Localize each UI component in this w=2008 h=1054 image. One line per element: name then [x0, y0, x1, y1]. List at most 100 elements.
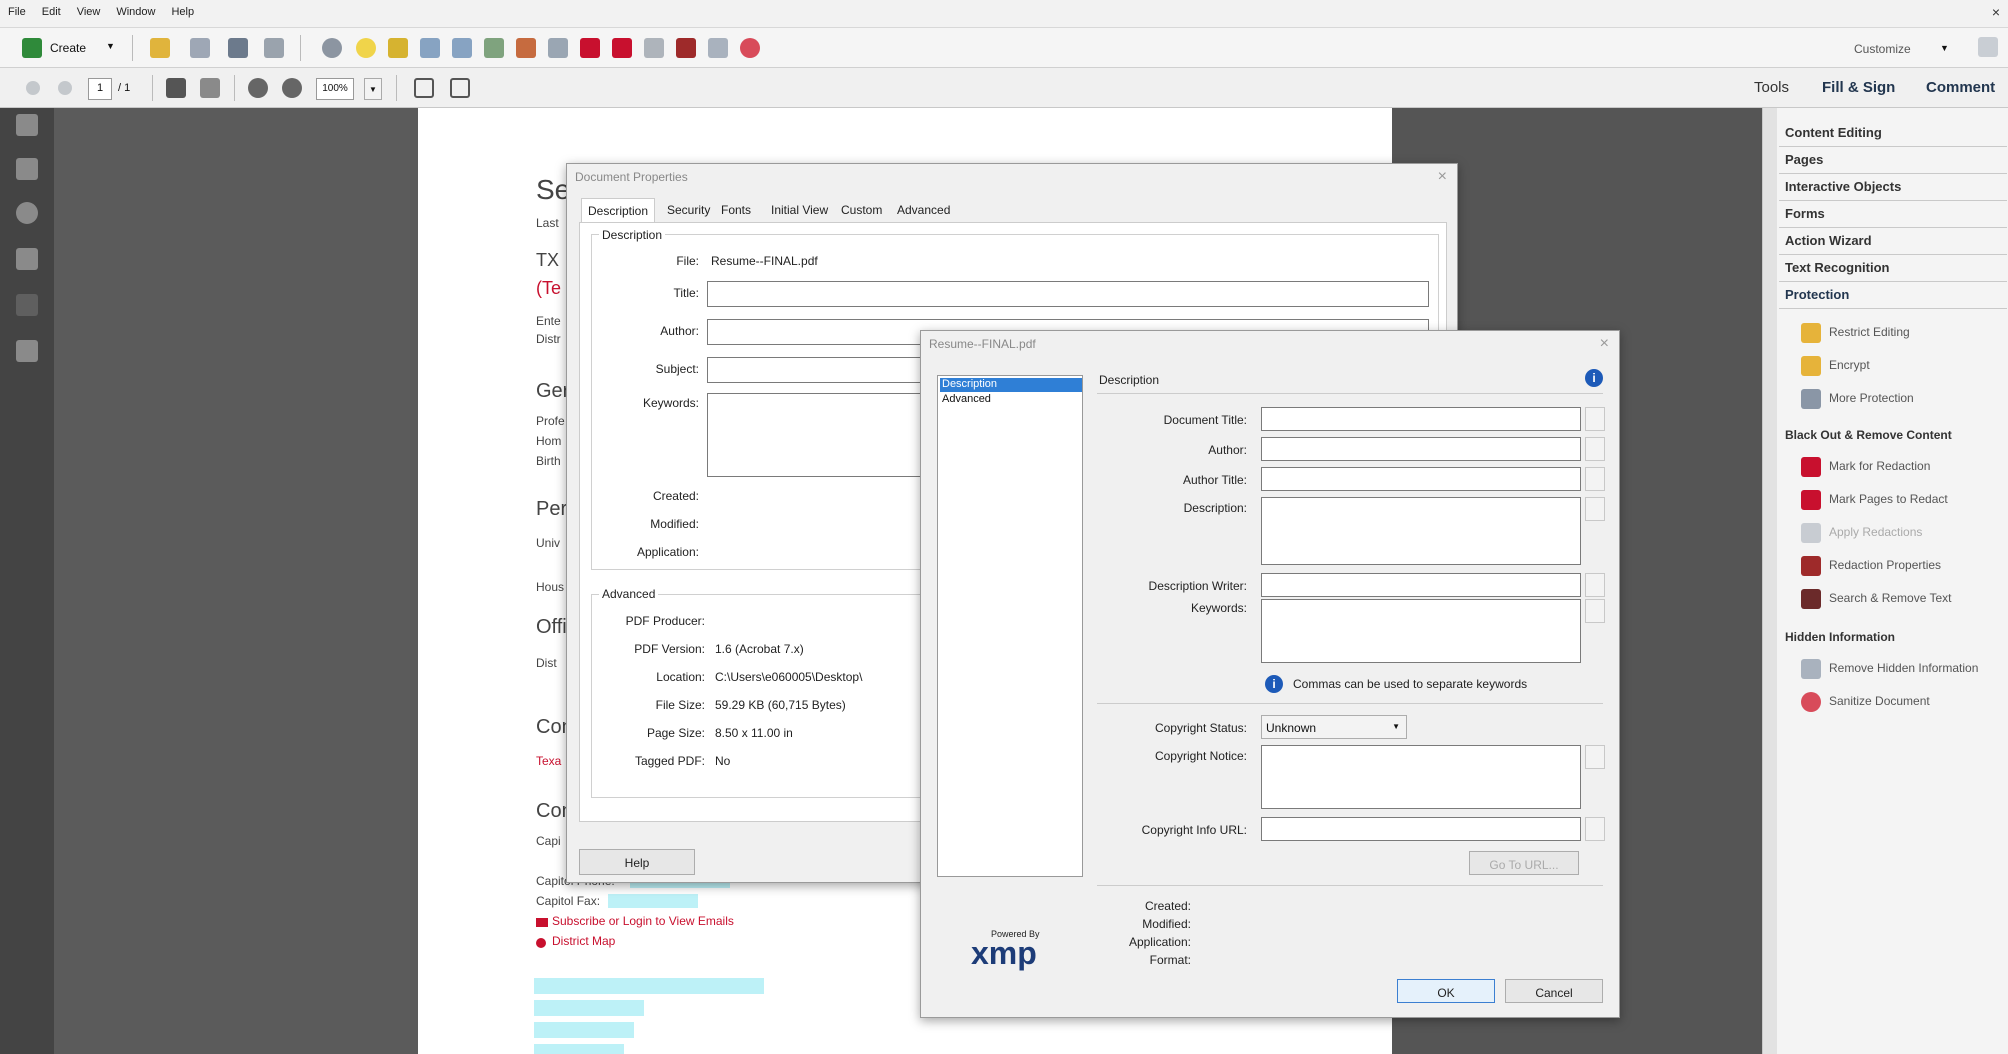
close-icon[interactable]: ×: [1992, 4, 2000, 20]
fit-page-icon[interactable]: [414, 78, 434, 98]
panel-header-interactive-objects[interactable]: Interactive Objects: [1779, 174, 2007, 201]
panel-header-pages[interactable]: Pages: [1779, 147, 2007, 174]
menu-window[interactable]: Window: [108, 0, 163, 18]
fit-width-icon[interactable]: [450, 78, 470, 98]
apply-redaction-icon[interactable]: [644, 38, 664, 58]
remove-hidden-icon[interactable]: [708, 38, 728, 58]
next-page-icon[interactable]: [58, 81, 72, 95]
copyright-status-select[interactable]: Unknown ▼: [1261, 715, 1407, 739]
signatures-icon[interactable]: [16, 202, 38, 224]
tags-icon[interactable]: [16, 340, 38, 362]
panel-header-content-editing[interactable]: Content Editing: [1779, 120, 2007, 147]
help-button[interactable]: Help: [579, 849, 695, 875]
redaction-properties-icon[interactable]: [676, 38, 696, 58]
info-icon[interactable]: i: [1585, 369, 1603, 387]
go-to-url-button[interactable]: Go To URL...: [1469, 851, 1579, 875]
tab-description[interactable]: Description: [581, 198, 656, 222]
page-thumbnails-icon[interactable]: [16, 114, 38, 136]
pages-icon[interactable]: [420, 38, 440, 58]
copyright-notice-dropdown[interactable]: [1585, 745, 1605, 769]
redact-pages-icon[interactable]: [612, 38, 632, 58]
redact-icon[interactable]: [580, 38, 600, 58]
nav-item-description[interactable]: Description: [940, 378, 1082, 392]
menu-edit[interactable]: Edit: [34, 0, 69, 18]
panel-header-forms[interactable]: Forms: [1779, 201, 2007, 228]
apply-redactions-item[interactable]: Apply Redactions: [1779, 518, 2007, 548]
page-number-input[interactable]: 1: [88, 78, 112, 100]
tab-advanced[interactable]: Advanced: [891, 198, 956, 222]
author-title-field[interactable]: [1261, 467, 1581, 491]
cancel-button[interactable]: Cancel: [1505, 979, 1603, 1003]
ok-button[interactable]: OK: [1397, 979, 1495, 1003]
tab-comment[interactable]: Comment: [1926, 75, 1995, 100]
encrypt-item[interactable]: Encrypt: [1779, 351, 2007, 381]
panel-header-action-wizard[interactable]: Action Wizard: [1779, 228, 2007, 255]
tab-initial-view[interactable]: Initial View: [765, 198, 834, 222]
zoom-in-icon[interactable]: [282, 78, 302, 98]
text-recognition-icon[interactable]: [548, 38, 568, 58]
stamp-icon[interactable]: [516, 38, 536, 58]
keywords-field[interactable]: [1261, 599, 1581, 663]
tab-tools[interactable]: Tools: [1754, 75, 1789, 100]
search-remove-text-item[interactable]: Search & Remove Text: [1779, 584, 2007, 614]
save-icon[interactable]: [190, 38, 210, 58]
remove-hidden-info-item[interactable]: Remove Hidden Information: [1779, 654, 2007, 684]
copyright-url-dropdown[interactable]: [1585, 817, 1605, 841]
tab-fill-sign[interactable]: Fill & Sign: [1822, 75, 1895, 100]
document-title-field[interactable]: [1261, 407, 1581, 431]
customize-button[interactable]: Customize ▼: [1848, 36, 1958, 62]
menu-help[interactable]: Help: [163, 0, 202, 18]
print-icon[interactable]: [228, 38, 248, 58]
redaction-properties-item[interactable]: Redaction Properties: [1779, 551, 2007, 581]
panel-header-protection[interactable]: Protection: [1779, 282, 2007, 309]
keywords-dropdown[interactable]: [1585, 599, 1605, 623]
tab-fonts[interactable]: Fonts: [715, 198, 757, 222]
title-field[interactable]: [707, 281, 1429, 307]
comment-bubble-icon[interactable]: [356, 38, 376, 58]
author-title-dropdown[interactable]: [1585, 467, 1605, 491]
expand-icon[interactable]: [1978, 37, 1998, 57]
create-button[interactable]: Create ▼: [22, 36, 122, 60]
copyright-notice-field[interactable]: [1261, 745, 1581, 809]
description-writer-dropdown[interactable]: [1585, 573, 1605, 597]
close-icon[interactable]: ×: [1600, 335, 1609, 353]
menu-file[interactable]: File: [0, 0, 34, 18]
nav-item-advanced[interactable]: Advanced: [940, 393, 1082, 407]
menu-view[interactable]: View: [69, 0, 109, 18]
prev-page-icon[interactable]: [26, 81, 40, 95]
description-writer-field[interactable]: [1261, 573, 1581, 597]
select-cursor-icon[interactable]: [166, 78, 186, 98]
hand-tool-icon[interactable]: [200, 78, 220, 98]
subscribe-link[interactable]: Subscribe or Login to View Emails: [552, 914, 734, 928]
author-dropdown[interactable]: [1585, 437, 1605, 461]
district-map-link[interactable]: District Map: [552, 934, 615, 948]
tab-custom[interactable]: Custom: [835, 198, 888, 222]
tab-security[interactable]: Security: [661, 198, 716, 222]
panel-scrollbar[interactable]: [1763, 108, 1777, 1054]
zoom-out-icon[interactable]: [248, 78, 268, 98]
mark-for-redaction-item[interactable]: Mark for Redaction: [1779, 452, 2007, 482]
copyright-url-field[interactable]: [1261, 817, 1581, 841]
document-title-dropdown[interactable]: [1585, 407, 1605, 431]
restrict-editing-item[interactable]: Restrict Editing: [1779, 318, 2007, 348]
description-dropdown[interactable]: [1585, 497, 1605, 521]
zoom-input[interactable]: 100%: [316, 78, 354, 100]
panel-header-text-recognition[interactable]: Text Recognition: [1779, 255, 2007, 282]
email-icon[interactable]: [264, 38, 284, 58]
sanitize-icon[interactable]: [740, 38, 760, 58]
author-field[interactable]: [1261, 437, 1581, 461]
attachments-icon[interactable]: [16, 248, 38, 270]
close-icon[interactable]: ×: [1438, 168, 1447, 186]
zoom-dropdown-icon[interactable]: ▼: [364, 78, 382, 100]
open-folder-icon[interactable]: [150, 38, 170, 58]
description-field[interactable]: [1261, 497, 1581, 565]
combine-icon[interactable]: [452, 38, 472, 58]
sanitize-document-item[interactable]: Sanitize Document: [1779, 687, 2007, 717]
settings-gear-icon[interactable]: [322, 38, 342, 58]
pen-icon[interactable]: [16, 294, 38, 316]
bookmarks-icon[interactable]: [16, 158, 38, 180]
mark-pages-redact-item[interactable]: Mark Pages to Redact: [1779, 485, 2007, 515]
sticky-note-icon[interactable]: [388, 38, 408, 58]
export-icon[interactable]: [484, 38, 504, 58]
more-protection-item[interactable]: More Protection: [1779, 384, 2007, 414]
